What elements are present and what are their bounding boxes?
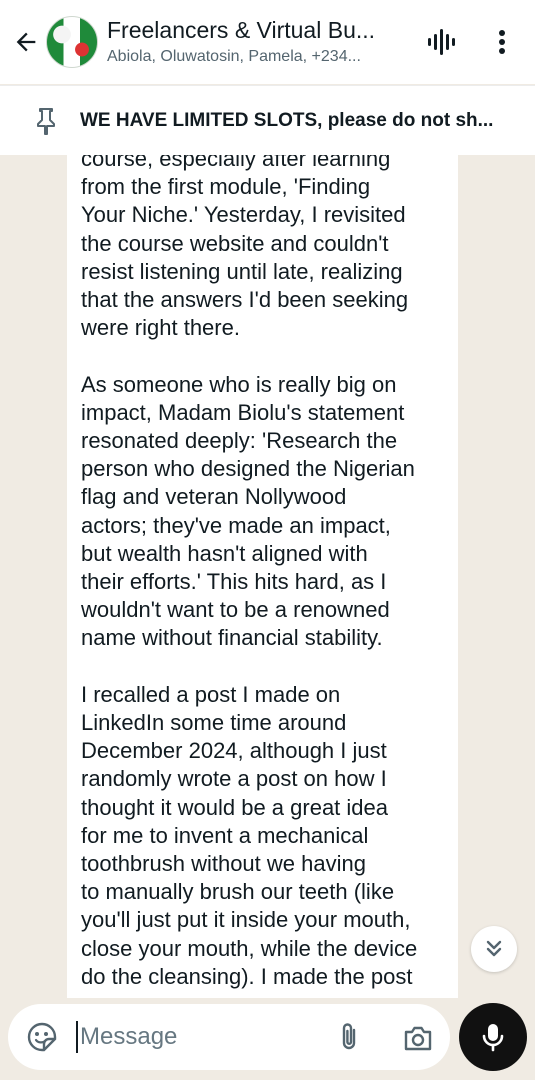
message-text: course, especially after learning from t… [81, 155, 418, 989]
double-chevron-down-icon [486, 940, 502, 957]
chat-title-block[interactable]: Freelancers & Virtual Bu... Abiola, Oluw… [107, 16, 407, 68]
voice-call-icon[interactable] [424, 26, 456, 58]
message-input[interactable] [80, 1023, 280, 1051]
microphone-icon [482, 1024, 504, 1052]
paperclip-icon[interactable] [334, 1021, 364, 1053]
scroll-to-bottom-button[interactable] [471, 926, 517, 972]
voice-message-button[interactable] [459, 1003, 527, 1071]
group-title: Freelancers & Virtual Bu... [107, 17, 376, 43]
group-avatar[interactable] [46, 16, 98, 68]
message-composer [8, 1004, 450, 1070]
camera-icon[interactable] [402, 1023, 434, 1053]
chat-header: Freelancers & Virtual Bu... Abiola, Oluw… [0, 0, 535, 84]
back-button[interactable] [6, 22, 46, 62]
chat-area[interactable]: course, especially after learning from t… [0, 155, 535, 998]
sticker-emoji-icon[interactable] [26, 1021, 58, 1053]
pin-icon [37, 107, 55, 135]
more-vertical-icon[interactable] [488, 26, 516, 58]
text-cursor [76, 1021, 78, 1053]
arrow-left-icon [16, 32, 36, 52]
message-bubble[interactable]: course, especially after learning from t… [67, 155, 458, 998]
pinned-message-bar[interactable]: WE HAVE LIMITED SLOTS, please do not sh.… [0, 85, 535, 155]
group-members: Abiola, Oluwatosin, Pamela, +234... [107, 48, 361, 65]
pinned-message-text: WE HAVE LIMITED SLOTS, please do not sh.… [80, 109, 494, 131]
